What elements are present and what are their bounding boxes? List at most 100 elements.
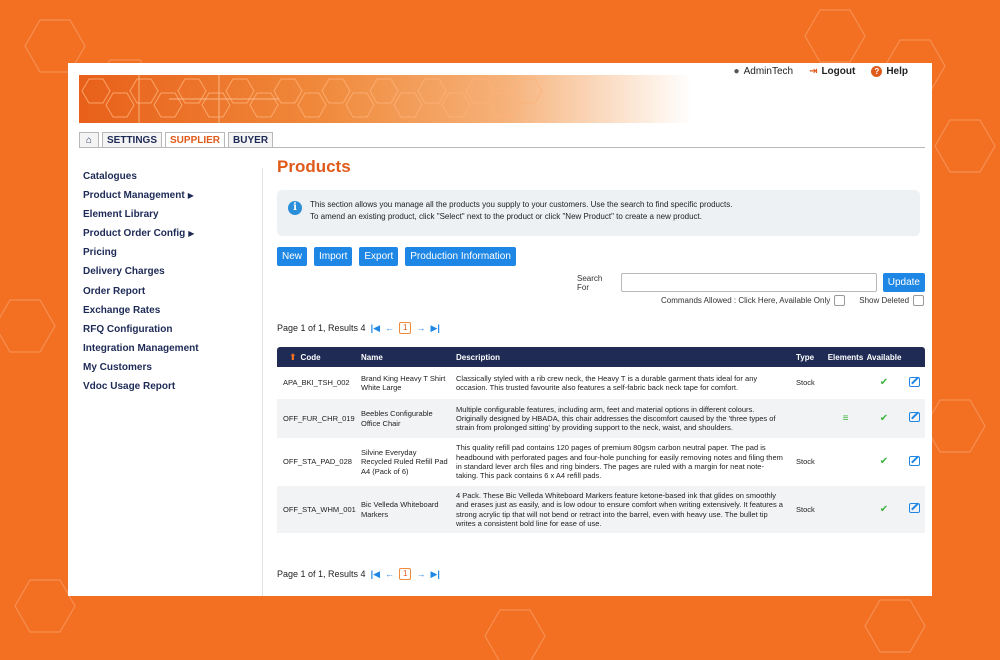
header-available[interactable]: Available <box>864 353 904 362</box>
edit-icon[interactable] <box>909 503 920 514</box>
sidebar-item-label: Product Management <box>83 190 185 202</box>
edit-icon[interactable] <box>909 455 920 466</box>
sidebar-item-label: Pricing <box>83 247 117 259</box>
tab-supplier[interactable]: SUPPLIER <box>165 132 226 147</box>
show-deleted-label: Show Deleted <box>859 296 910 305</box>
sidebar-item-order-report[interactable]: Order Report <box>83 285 258 304</box>
cell-name: Beebles Configurable Office Chair <box>361 409 433 428</box>
cell-edit <box>904 503 925 515</box>
cell-type: Stock <box>796 504 815 514</box>
user-name: AdminTech <box>743 66 794 77</box>
info-line-1: This section allows you manage all the p… <box>310 200 733 209</box>
sidebar-nav: Catalogues Product Management ▶ Element L… <box>83 170 258 399</box>
cell-code: APA_BKI_TSH_002 <box>283 378 350 388</box>
header-name[interactable]: Name <box>361 353 456 362</box>
logout-icon: ⇥ <box>809 66 818 77</box>
tab-divider <box>79 147 925 148</box>
user-icon: ● <box>733 66 740 77</box>
sidebar-item-rfq-configuration[interactable]: RFQ Configuration <box>83 323 258 342</box>
new-button[interactable]: New <box>277 247 308 266</box>
sidebar-item-my-customers[interactable]: My Customers <box>83 361 258 380</box>
table-header: ⬆ Code Name Description Type Elements Ava… <box>277 347 925 367</box>
sidebar-item-element-library[interactable]: Element Library <box>83 208 258 227</box>
next-page-icon[interactable]: → <box>416 323 425 333</box>
help-link[interactable]: ? Help <box>871 66 908 77</box>
available-only-checkbox[interactable] <box>834 295 846 306</box>
sidebar-item-catalogues[interactable]: Catalogues <box>83 170 258 189</box>
prev-page-icon[interactable]: ← <box>385 569 394 579</box>
logout-link[interactable]: ⇥ Logout <box>809 66 855 77</box>
page-title: Products <box>277 157 351 176</box>
pager-top: Page 1 of 1, Results 4 |◀ ← 1 → ▶| <box>277 322 440 334</box>
elements-list-icon[interactable]: ≡ <box>827 413 864 423</box>
edit-icon[interactable] <box>909 376 920 387</box>
header-code-label: Code <box>300 352 321 362</box>
products-table: ⬆ Code Name Description Type Elements Ava… <box>277 347 925 533</box>
export-button[interactable]: Export <box>359 247 399 266</box>
available-check-icon: ✔ <box>879 503 889 515</box>
sidebar-item-vdoc-usage-report[interactable]: Vdoc Usage Report <box>83 380 258 399</box>
sidebar-item-label: Exchange Rates <box>83 304 161 316</box>
show-deleted-checkbox[interactable] <box>913 295 925 306</box>
sidebar-item-label: RFQ Configuration <box>83 323 173 335</box>
logout-label: Logout <box>821 66 856 77</box>
cell-type: Stock <box>796 378 815 388</box>
main-content: Products i This section allows you manag… <box>277 157 925 580</box>
sidebar-item-product-management[interactable]: Product Management ▶ <box>83 189 258 208</box>
table-row: OFF_STA_WHM_001 Bic Velleda Whiteboard M… <box>277 486 925 533</box>
table-row: OFF_FUR_CHR_019 Beebles Configurable Off… <box>277 399 925 438</box>
cell-edit <box>904 455 925 468</box>
header-description[interactable]: Description <box>456 353 796 362</box>
sort-up-icon: ⬆ <box>289 351 297 362</box>
home-icon: ⌂ <box>85 135 93 146</box>
info-line-2: To amend an existing product, click "Sel… <box>310 212 702 221</box>
page-number-current[interactable]: 1 <box>399 322 412 334</box>
edit-icon[interactable] <box>909 412 920 423</box>
update-button[interactable]: Update <box>882 273 925 292</box>
page-number-current[interactable]: 1 <box>399 568 412 580</box>
sidebar-item-product-order-config[interactable]: Product Order Config ▶ <box>83 227 258 246</box>
user-menu[interactable]: ● AdminTech <box>734 66 794 77</box>
last-page-icon[interactable]: ▶| <box>430 569 439 580</box>
header-code[interactable]: ⬆ Code <box>277 352 361 363</box>
search-row: Search For Update <box>577 273 925 292</box>
available-check-icon: ✔ <box>879 456 889 468</box>
header-type[interactable]: Type <box>796 353 827 362</box>
sidebar-item-label: Vdoc Usage Report <box>83 381 176 393</box>
production-information-button[interactable]: Production Information <box>405 247 516 266</box>
prev-page-icon[interactable]: ← <box>385 323 394 333</box>
header-banner <box>79 75 691 123</box>
cell-code: OFF_STA_WHM_001 <box>283 504 356 514</box>
first-page-icon[interactable]: |◀ <box>371 569 380 580</box>
tab-home[interactable]: ⌂ <box>79 132 99 147</box>
cell-description: Classically styled with a rib crew neck,… <box>456 373 758 392</box>
tab-buyer[interactable]: BUYER <box>228 132 274 147</box>
sidebar-item-delivery-charges[interactable]: Delivery Charges <box>83 265 258 284</box>
submenu-arrow-icon: ▶ <box>187 191 194 201</box>
search-input[interactable] <box>621 273 877 292</box>
app-window: ● AdminTech ⇥ Logout ? Help ⌂ SETTINGS S… <box>68 63 932 596</box>
sidebar-item-label: Product Order Config <box>83 228 186 240</box>
import-button[interactable]: Import <box>314 247 353 266</box>
cell-code: OFF_STA_PAD_028 <box>283 457 352 467</box>
sidebar-item-label: Order Report <box>83 285 146 297</box>
tab-settings[interactable]: SETTINGS <box>102 132 163 147</box>
commands-allowed-link[interactable]: Commands Allowed : Click Here, Available… <box>661 296 830 305</box>
available-check-icon: ✔ <box>879 377 889 389</box>
last-page-icon[interactable]: ▶| <box>430 323 439 334</box>
next-page-icon[interactable]: → <box>416 569 425 579</box>
sidebar-item-label: Element Library <box>83 209 159 221</box>
sidebar-item-exchange-rates[interactable]: Exchange Rates <box>83 304 258 323</box>
cell-type: Stock <box>796 457 815 467</box>
sidebar-item-label: Integration Management <box>83 342 199 354</box>
sidebar-item-pricing[interactable]: Pricing <box>83 246 258 265</box>
info-box: i This section allows you manage all the… <box>277 190 920 236</box>
pager-text: Page 1 of 1, Results 4 <box>277 569 366 579</box>
first-page-icon[interactable]: |◀ <box>371 323 380 334</box>
sidebar-item-label: Delivery Charges <box>83 266 165 278</box>
cell-code: OFF_FUR_CHR_019 <box>283 413 355 423</box>
action-buttons: New Import Export Production Information <box>277 247 516 266</box>
header-elements[interactable]: Elements <box>827 353 864 362</box>
sidebar-item-integration-management[interactable]: Integration Management <box>83 342 258 361</box>
help-label: Help <box>886 66 908 77</box>
